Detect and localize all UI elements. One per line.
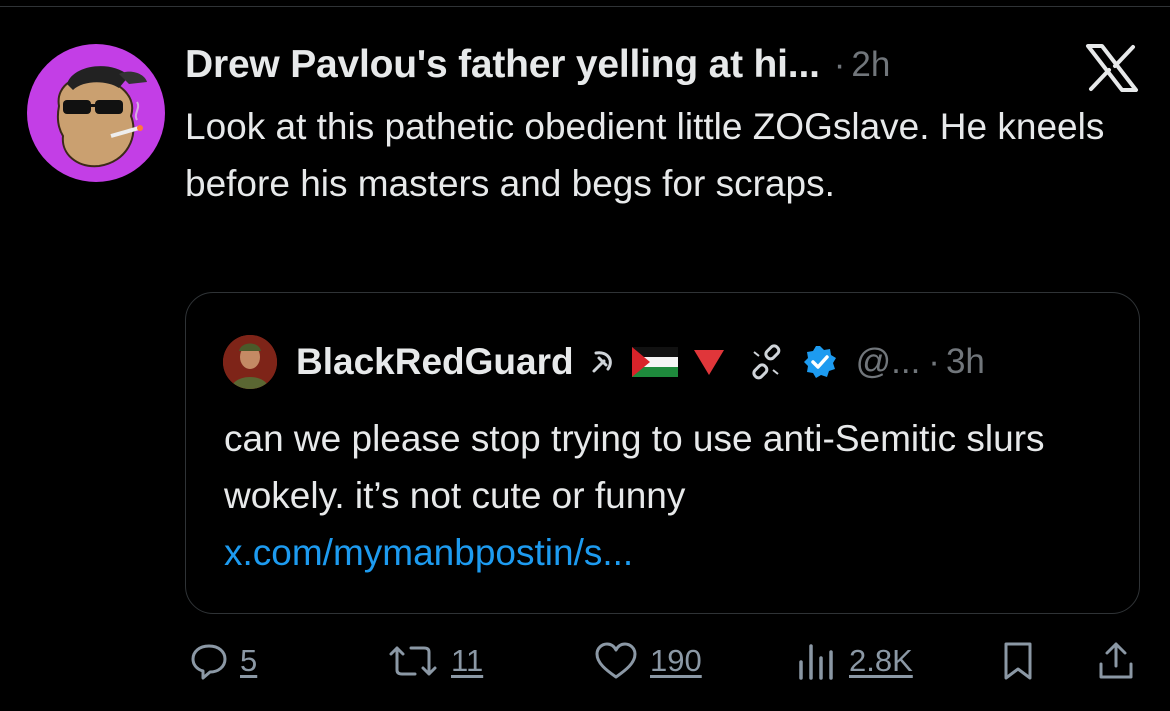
author-name[interactable]: Drew Pavlou's father yelling at hi... <box>185 43 820 87</box>
repost-icon <box>389 646 437 676</box>
view-count: 2.8K <box>849 643 913 678</box>
like-count: 190 <box>650 643 702 678</box>
post-header: Drew Pavlou's father yelling at hi... · … <box>185 40 890 90</box>
share-button[interactable] <box>1095 640 1137 682</box>
quoted-post-header: BlackRedGuard @... · 3h <box>296 337 985 387</box>
share-icon <box>1099 642 1133 679</box>
quoted-post-text: can we please stop trying to use anti-Se… <box>224 410 1124 581</box>
red-triangle-icon <box>692 347 726 377</box>
top-divider <box>0 6 1170 7</box>
header-separator: · <box>833 45 846 84</box>
like-button[interactable]: 190 <box>592 640 702 682</box>
quoted-author-name[interactable]: BlackRedGuard <box>296 341 574 383</box>
repost-count: 11 <box>451 643 484 678</box>
quoted-avatar-illustration <box>223 335 277 389</box>
quoted-author-handle[interactable]: @... <box>856 342 921 382</box>
broken-chain-icon <box>748 344 784 380</box>
quoted-post-timestamp[interactable]: 3h <box>946 342 985 382</box>
bookmark-icon <box>1004 642 1032 680</box>
views-button[interactable]: 2.8K <box>795 640 913 682</box>
bookmark-button[interactable] <box>998 640 1038 682</box>
quoted-header-separator: · <box>928 342 940 381</box>
quoted-post-body: can we please stop trying to use anti-Se… <box>224 418 1045 516</box>
quoted-author-avatar[interactable] <box>223 335 277 389</box>
repost-button[interactable]: 11 <box>385 640 483 682</box>
quoted-post[interactable]: BlackRedGuard @... · 3h can we please st… <box>185 292 1140 614</box>
action-bar: 5 11 190 2.8K <box>0 640 1170 700</box>
post-text: Look at this pathetic obedient little ZO… <box>185 106 1105 204</box>
reply-count: 5 <box>240 643 258 678</box>
verified-badge-icon <box>802 344 838 380</box>
post-timestamp[interactable]: 2h <box>851 45 890 85</box>
palestine-flag-icon <box>631 347 678 377</box>
heart-icon <box>595 642 637 679</box>
quoted-post-link[interactable]: x.com/mymanbpostin/s... <box>224 524 1124 581</box>
author-avatar[interactable] <box>27 44 165 182</box>
views-icon <box>799 644 833 680</box>
x-logo-icon <box>1086 44 1138 92</box>
reply-icon <box>191 644 227 680</box>
avatar-illustration <box>56 66 147 168</box>
hammer-sickle-icon <box>588 347 618 377</box>
reply-button[interactable]: 5 <box>188 640 257 682</box>
